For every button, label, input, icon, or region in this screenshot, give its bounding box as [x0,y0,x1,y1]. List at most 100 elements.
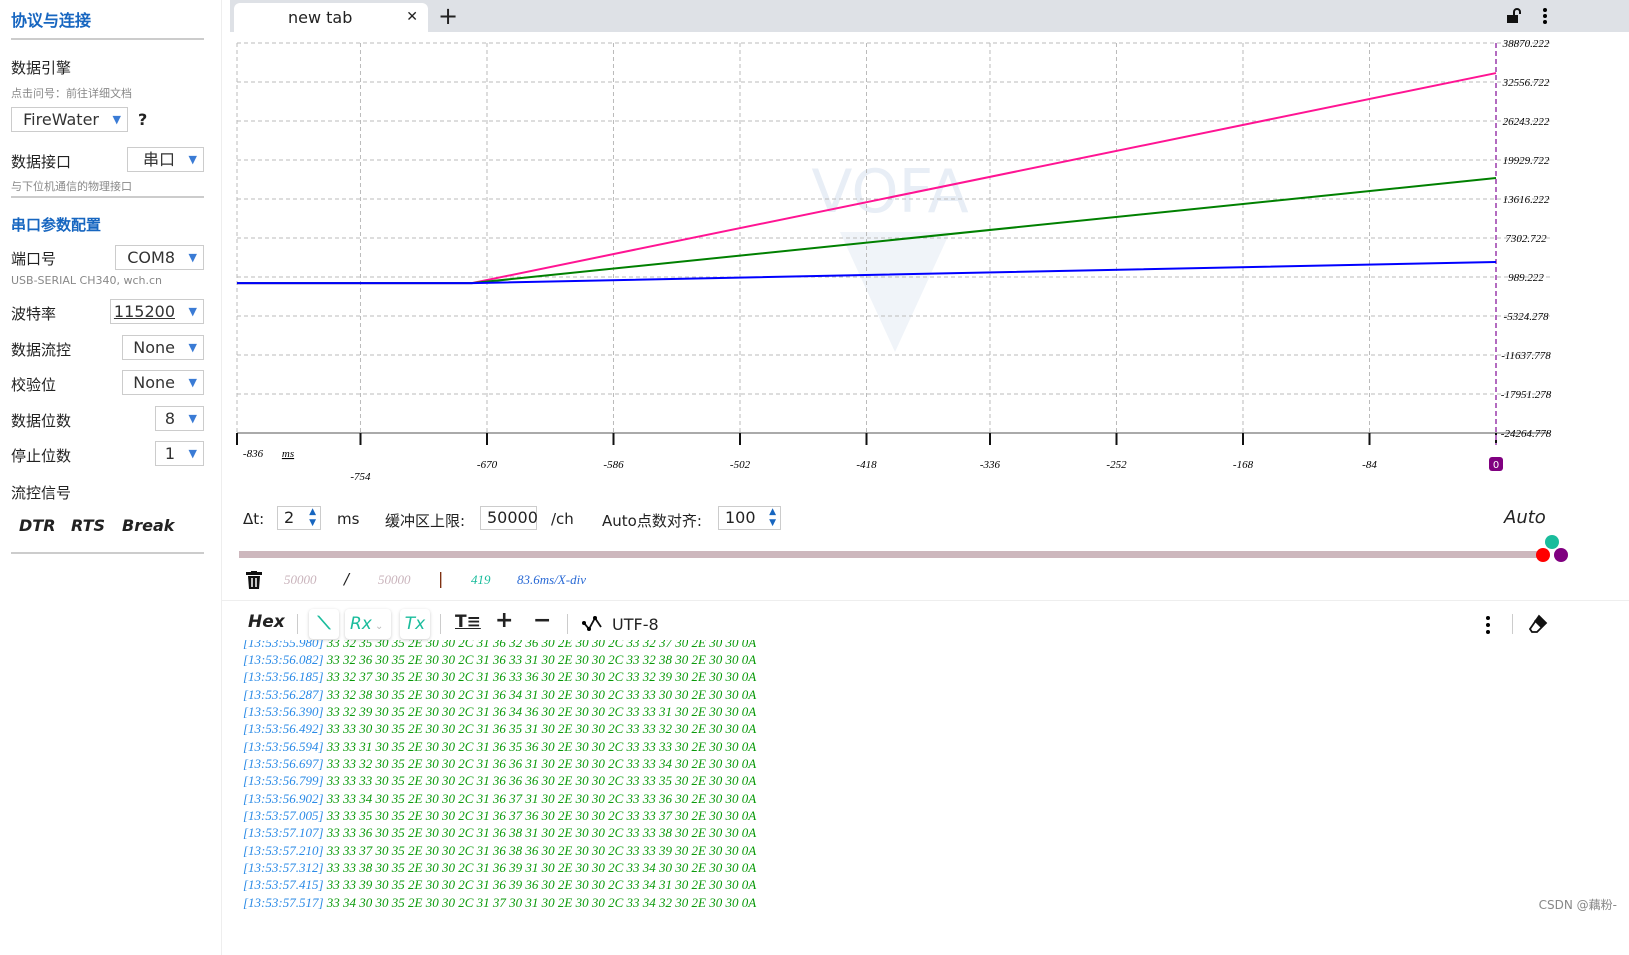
port-label: 端口号 [11,250,57,268]
cursor-label: 0 [1493,460,1499,471]
engine-select[interactable]: FireWater ▼ [11,107,128,132]
x-axis-unit: ms [282,448,294,460]
help-button[interactable]: ? [138,110,147,129]
break-toggle[interactable]: Break [122,516,174,535]
log-timestamp: [13:53:57.005] [243,808,324,824]
stepper-arrows-icon[interactable]: ▲ ▼ [309,507,316,529]
stopbits-value: 1 [164,444,175,463]
unlock-icon[interactable] [1506,8,1522,24]
stopbits-select[interactable]: 1 ▼ [155,441,204,466]
x-tick-label: -252 [1106,459,1127,471]
slider-handle[interactable] [1545,535,1559,549]
baud-select[interactable]: 115200 ▼ [110,299,204,324]
trash-icon[interactable] [246,571,262,589]
log-row: [13:53:56.287] 33 32 38 30 35 2E 30 30 2… [243,686,756,703]
rx-label: Rx [350,614,372,634]
align-stepper[interactable]: 100 ▲ ▼ [718,506,781,530]
chevron-down-icon: ▼ [188,341,197,354]
close-icon[interactable]: ✕ [406,3,418,32]
rx-toggle[interactable]: Rx ⌄ [345,609,391,639]
x-tick-label: -336 [980,459,1001,471]
timeline-slider[interactable] [239,551,1549,558]
tab-new-tab[interactable]: new tab ✕ [234,3,428,32]
flow-value: None [133,338,175,357]
engine-label: 数据引擎 [11,59,72,77]
divider [11,196,204,198]
divider [297,614,298,634]
stepper-arrows-icon[interactable]: ▲ ▼ [769,507,776,529]
iface-value: 串口 [142,150,175,169]
eraser-icon[interactable] [1528,614,1548,634]
log-row: [13:53:57.415] 33 33 39 30 35 2E 30 30 2… [243,876,756,893]
log-timestamp: [13:53:57.312] [243,860,324,876]
log-hex: 33 33 36 30 35 2E 30 30 2C 31 36 38 31 3… [326,825,757,841]
auto-button[interactable]: Auto [1504,507,1546,528]
tx-toggle[interactable]: Tx [400,609,430,639]
chevron-down-icon: ▼ [188,376,197,389]
plus-icon[interactable]: + [495,608,513,633]
chevron-down-icon: ⌄ [371,621,384,632]
signal-label: 流控信号 [11,484,72,502]
y-tick-label: 13616.222 [1503,194,1550,206]
separator: | [438,569,444,588]
dt-stepper[interactable]: 2 ▲ ▼ [277,506,321,530]
x-tick-label: -836 [243,448,264,460]
dtr-toggle[interactable]: DTR [19,516,56,535]
chevron-down-icon: ▼ [188,251,197,264]
parity-select[interactable]: None ▼ [122,370,204,395]
add-tab-button[interactable]: + [438,0,458,32]
databits-select[interactable]: 8 ▼ [155,406,204,431]
x-tick-label: -168 [1233,459,1254,471]
divider [11,38,204,40]
text-format-icon[interactable]: T≡ [455,612,481,632]
chevron-down-icon: ▼ [188,447,197,460]
encoding-select[interactable]: UTF-8 [612,615,659,634]
dt-value: 2 [284,508,295,527]
log-hex: 33 33 30 30 35 2E 30 30 2C 31 36 35 31 3… [326,721,757,737]
log-row: [13:53:57.517] 33 34 30 30 35 2E 30 30 2… [243,894,756,911]
more-vertical-icon[interactable] [1485,615,1491,635]
log-hex: 33 33 32 30 35 2E 30 30 2C 31 36 36 31 3… [326,756,757,772]
divider [11,552,204,554]
log-timestamp: [13:53:56.799] [243,773,324,789]
log-timestamp: [13:53:57.415] [243,877,324,893]
rts-toggle[interactable]: RTS [71,516,105,535]
iface-select[interactable]: 串口 ▼ [127,147,204,172]
log-hex: 33 33 33 30 35 2E 30 30 2C 31 36 36 36 3… [326,773,757,789]
port-hint: USB-SERIAL CH340, wch.cn [11,274,162,287]
tab-bar: new tab ✕ + [230,0,1629,32]
log-hex: 33 33 37 30 35 2E 30 30 2C 31 36 38 36 3… [326,842,757,858]
flow-select[interactable]: None ▼ [122,335,204,360]
buffer-label: 缓冲区上限: [385,512,466,530]
buffer-input[interactable]: 50000 [480,506,538,530]
watermark-logo [840,232,950,352]
log-timestamp: [13:53:56.185] [243,669,324,685]
iface-label: 数据接口 [11,153,72,171]
engine-hint: 点击问号：前往详细文档 [11,87,132,100]
databits-value: 8 [164,409,175,428]
log-timestamp: [13:53:56.082] [243,652,324,667]
minus-icon[interactable]: − [533,608,551,633]
log-hex: 33 33 38 30 35 2E 30 30 2C 31 36 39 31 3… [326,860,757,876]
receive-log[interactable]: [13:53:55.980] 33 32 35 30 35 2E 30 30 2… [243,640,756,911]
buffer-total: 50000 [378,572,411,587]
port-select[interactable]: COM8 ▼ [115,245,204,270]
buffer-unit: /ch [551,510,574,528]
parity-value: None [133,373,175,392]
log-hex: 33 32 39 30 35 2E 30 30 2C 31 36 34 36 3… [326,704,757,720]
slider-handle[interactable] [1536,548,1550,562]
log-row: [13:53:57.005] 33 33 35 30 35 2E 30 30 2… [243,807,756,824]
log-timestamp: [13:53:57.210] [243,842,324,858]
chevron-down-icon: ▼ [112,113,121,126]
log-row: [13:53:57.312] 33 33 38 30 35 2E 30 30 2… [243,859,756,876]
log-timestamp: [13:53:56.287] [243,686,324,702]
waveform-chart[interactable]: VOFA 38870.222 32556.722 26243.222 19929.722… [230,32,1629,494]
section-title: 串口参数配置 [11,216,102,234]
y-tick-label: 7302.722 [1505,233,1547,245]
waveform-icon[interactable] [582,615,604,631]
log-row: [13:53:57.107] 33 33 36 30 35 2E 30 30 2… [243,824,756,841]
slider-handle[interactable] [1554,548,1568,562]
hex-toggle[interactable]: Hex [248,612,285,632]
timestamp-toggle-icon[interactable]: ⟍ [309,609,339,639]
more-vertical-icon[interactable] [1542,8,1548,24]
